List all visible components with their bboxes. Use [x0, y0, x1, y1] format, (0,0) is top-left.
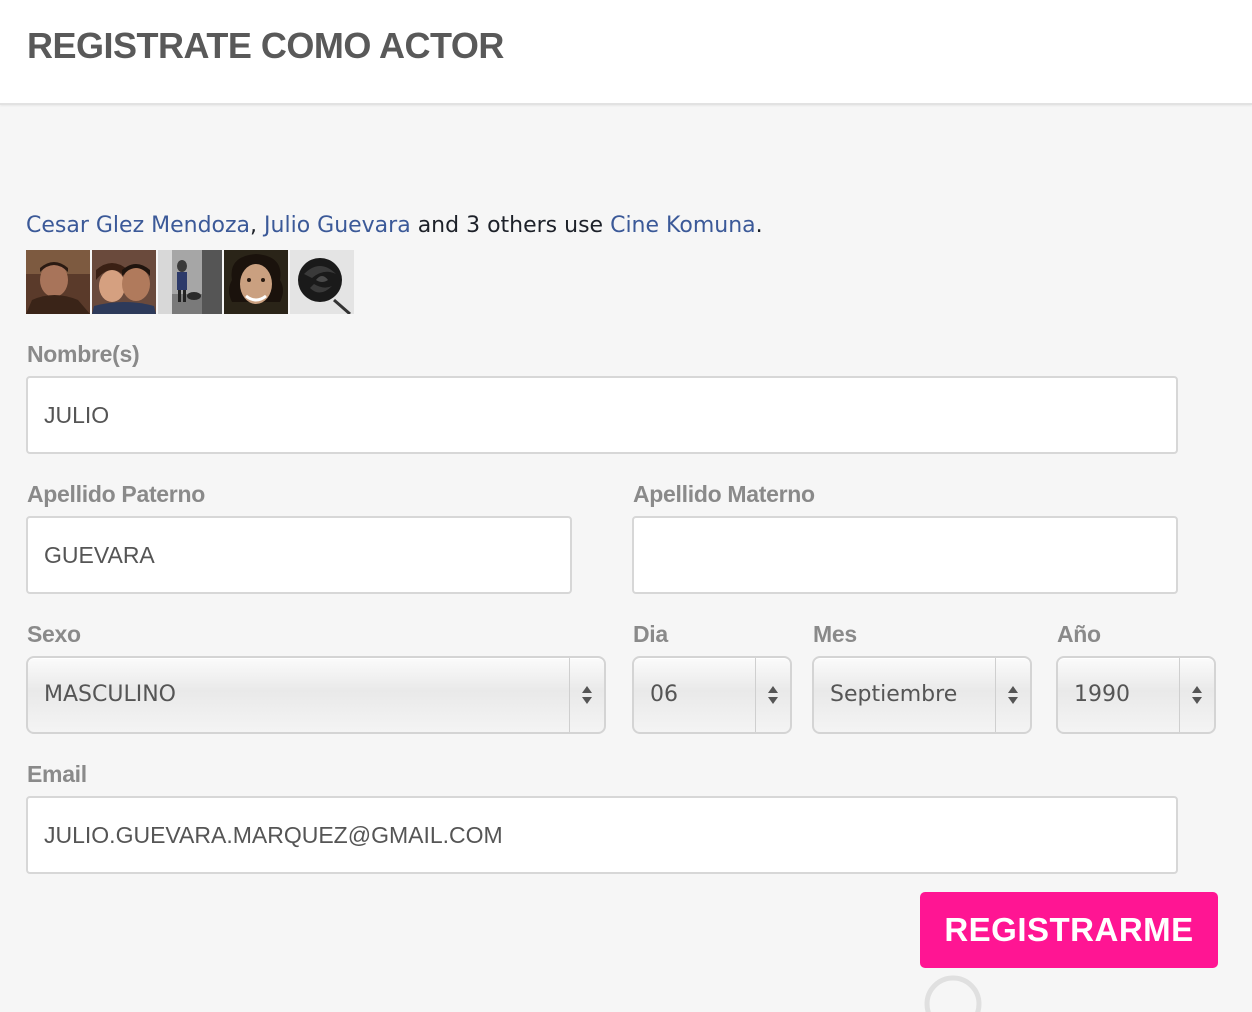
friend-avatar-4[interactable]: [224, 250, 288, 314]
up-down-arrows-icon: [582, 686, 592, 704]
sexo-selected-value: MASCULINO: [44, 682, 176, 707]
loading-spinner-icon: [924, 975, 982, 1012]
email-label: Email: [27, 761, 87, 787]
facebook-social-context: Cesar Glez Mendoza, Julio Guevara and 3 …: [26, 211, 763, 241]
dia-dropdown-arrows: [755, 658, 790, 732]
mes-selected-value: Septiembre: [830, 682, 958, 707]
page-title: REGISTRATE COMO ACTOR: [27, 25, 504, 66]
social-end-text: .: [755, 213, 763, 238]
apellido-paterno-label: Apellido Paterno: [27, 481, 205, 507]
dia-selected-value: 06: [650, 682, 678, 707]
friend-avatar-5[interactable]: [290, 250, 354, 314]
friend-avatars: [26, 250, 354, 314]
social-middle-text: and 3 others use: [410, 213, 611, 238]
app-link[interactable]: Cine Komuna: [610, 213, 756, 238]
friend-link-1[interactable]: Cesar Glez Mendoza: [26, 213, 250, 238]
friend-link-2[interactable]: Julio Guevara: [264, 213, 411, 238]
page-header: REGISTRATE COMO ACTOR: [0, 0, 1252, 105]
friend-avatar-3[interactable]: [158, 250, 222, 314]
nombre-input[interactable]: [26, 376, 1178, 454]
apellido-materno-label: Apellido Materno: [633, 481, 815, 507]
apellido-materno-input[interactable]: [632, 516, 1178, 594]
anio-label: Año: [1057, 621, 1101, 647]
dia-select[interactable]: 06: [632, 656, 792, 734]
mes-select[interactable]: Septiembre: [812, 656, 1032, 734]
apellido-paterno-input[interactable]: [26, 516, 572, 594]
mes-dropdown-arrows: [995, 658, 1030, 732]
anio-selected-value: 1990: [1074, 682, 1130, 707]
dia-label: Dia: [633, 621, 668, 647]
nombre-label: Nombre(s): [27, 341, 140, 367]
up-down-arrows-icon: [1008, 686, 1018, 704]
up-down-arrows-icon: [768, 686, 778, 704]
anio-dropdown-arrows: [1179, 658, 1214, 732]
friend-avatar-2[interactable]: [92, 250, 156, 314]
sexo-dropdown-arrows: [569, 658, 604, 732]
anio-select[interactable]: 1990: [1056, 656, 1216, 734]
sexo-label: Sexo: [27, 621, 81, 647]
up-down-arrows-icon: [1192, 686, 1202, 704]
mes-label: Mes: [813, 621, 857, 647]
register-button[interactable]: REGISTRARME: [920, 892, 1218, 968]
sexo-select[interactable]: MASCULINO: [26, 656, 606, 734]
friend-separator: ,: [250, 213, 265, 238]
email-input[interactable]: [26, 796, 1178, 874]
friend-avatar-1[interactable]: [26, 250, 90, 314]
